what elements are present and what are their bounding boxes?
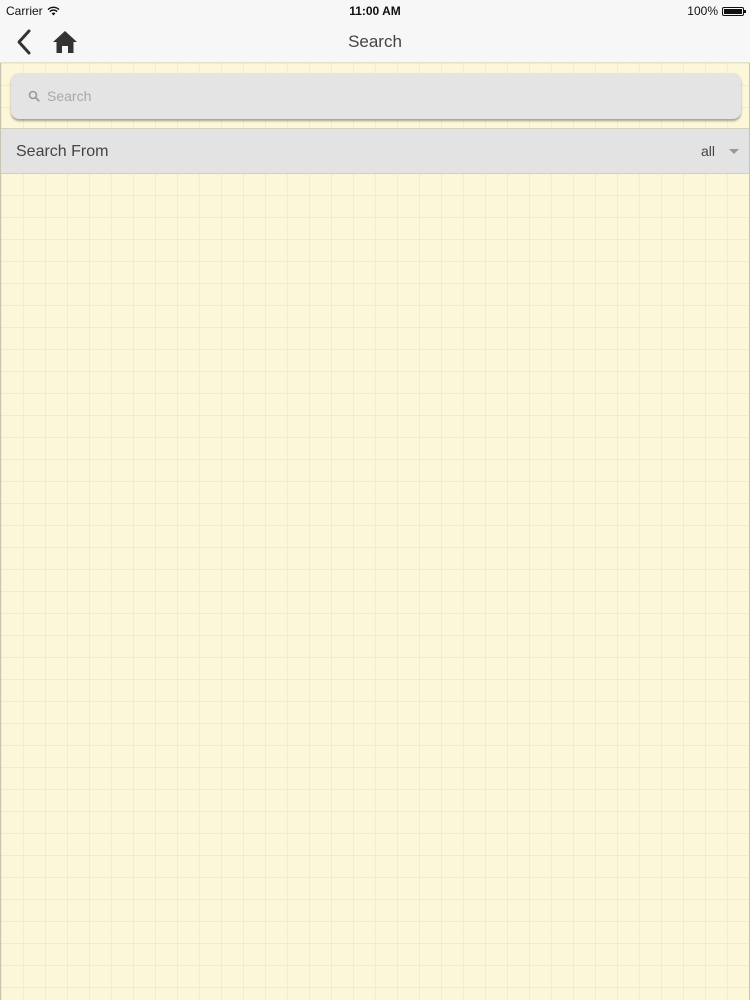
search-from-label: Search From — [16, 143, 109, 160]
search-input[interactable] — [45, 87, 729, 105]
battery-icon — [722, 6, 746, 16]
content-area: Search From all — [0, 63, 750, 1000]
search-scope-value: all — [700, 143, 715, 159]
search-icon — [27, 89, 41, 103]
search-bar[interactable] — [11, 73, 741, 119]
status-bar: Carrier 11:00 AM 100% — [0, 0, 750, 22]
navigation-bar: Search — [0, 22, 750, 63]
status-time: 11:00 AM — [349, 4, 401, 18]
caret-down-icon — [729, 148, 739, 154]
search-scope-dropdown[interactable]: all — [701, 138, 739, 164]
page-title: Search — [348, 32, 402, 51]
battery-indicator: 100% — [687, 4, 746, 18]
battery-percent: 100% — [687, 4, 718, 18]
search-from-row: Search From all — [1, 128, 749, 174]
